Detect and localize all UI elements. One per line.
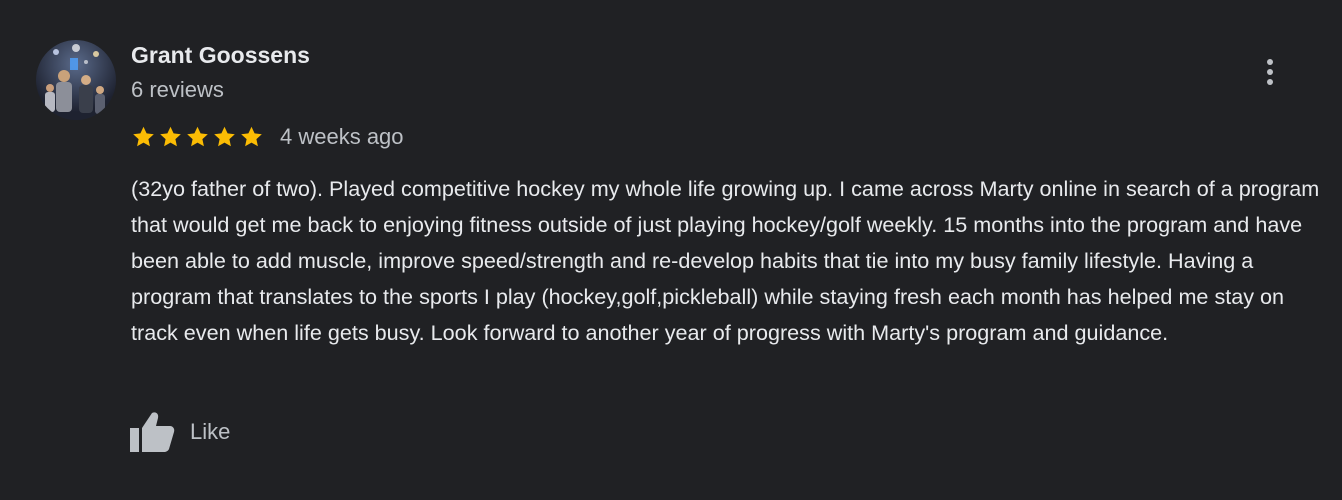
thumbs-up-icon bbox=[128, 410, 176, 454]
more-options-button[interactable] bbox=[1250, 52, 1290, 92]
more-vert-icon-dot bbox=[1267, 79, 1273, 85]
reviewer-review-count[interactable]: 6 reviews bbox=[131, 76, 224, 104]
more-vert-icon-dot bbox=[1267, 69, 1273, 75]
like-button[interactable]: Like bbox=[128, 402, 230, 462]
reviewer-avatar[interactable] bbox=[36, 40, 116, 120]
star-icon bbox=[158, 125, 183, 149]
review-card: Grant Goossens 6 reviews 4 weeks ago (32… bbox=[0, 0, 1342, 500]
star-rating bbox=[131, 125, 264, 149]
star-icon bbox=[239, 125, 264, 149]
star-icon bbox=[131, 125, 156, 149]
like-label: Like bbox=[190, 419, 231, 444]
star-icon bbox=[185, 125, 210, 149]
more-vert-icon-dot bbox=[1267, 59, 1273, 65]
star-icon bbox=[212, 125, 237, 149]
rating-row: 4 weeks ago bbox=[131, 121, 404, 153]
avatar-photo bbox=[36, 40, 116, 120]
reviewer-name[interactable]: Grant Goossens bbox=[131, 40, 310, 70]
review-date: 4 weeks ago bbox=[280, 124, 404, 149]
review-text: (32yo father of two). Played competitive… bbox=[131, 176, 1320, 345]
